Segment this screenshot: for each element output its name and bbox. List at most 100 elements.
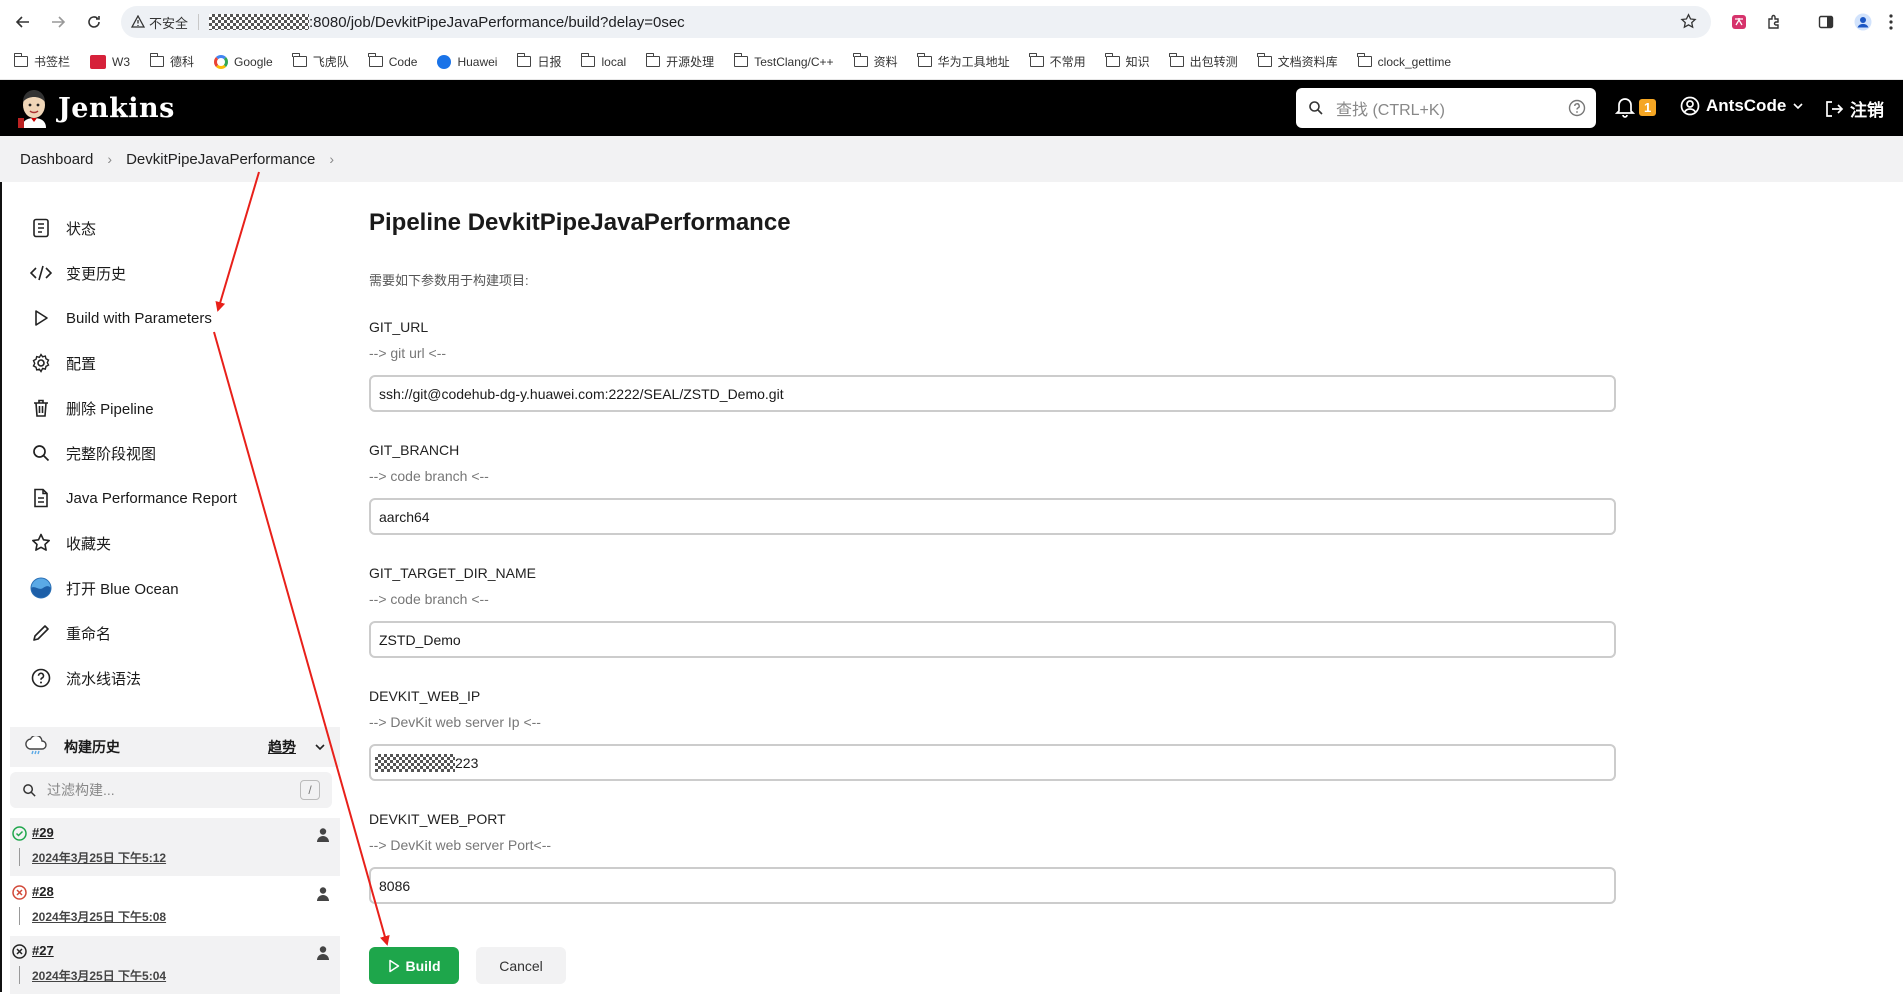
sidebar-item-java-performance-report[interactable]: Java Performance Report xyxy=(30,486,237,510)
search-placeholder: 查找 (CTRL+K) xyxy=(1336,102,1445,119)
bookmark-item[interactable]: Huawei xyxy=(437,54,497,69)
logout-button[interactable]: 注销 xyxy=(1824,96,1884,121)
browser-menu-icon[interactable] xyxy=(1880,11,1902,33)
bookmark-label: 华为工具地址 xyxy=(937,55,1010,69)
build-row[interactable]: #29 2024年3月25日 下午5:12 xyxy=(10,818,340,876)
notification-badge: 1 xyxy=(1639,98,1657,116)
forward-icon[interactable] xyxy=(47,11,69,33)
bookmark-item[interactable]: Google xyxy=(214,54,273,69)
bookmark-item[interactable]: 文档资料库 xyxy=(1257,53,1338,70)
build-date[interactable]: 2024年3月25日 下午5:04 xyxy=(32,967,166,984)
sidebar-item-open-blue-ocean[interactable]: 打开 Blue Ocean xyxy=(30,576,179,600)
translate-extension-icon[interactable] xyxy=(1728,11,1750,33)
folder-icon xyxy=(516,53,532,67)
bookmark-item[interactable]: W3 xyxy=(90,54,130,69)
reload-icon[interactable] xyxy=(83,11,105,33)
bookmark-star-icon[interactable] xyxy=(1680,13,1697,30)
bookmark-label: Google xyxy=(234,54,273,69)
folder-icon xyxy=(1105,53,1120,67)
build-number[interactable]: #27 xyxy=(32,943,54,958)
bookmark-item[interactable]: 书签栏 xyxy=(13,53,71,70)
bookmark-label: 文档资料库 xyxy=(1277,55,1338,69)
search-icon xyxy=(23,783,36,797)
sidebar-item-pipeline-syntax[interactable]: 流水线语法 xyxy=(30,666,141,690)
bookmark-label: clock_gettime xyxy=(1377,54,1452,69)
bookmark-item[interactable]: 知识 xyxy=(1105,53,1150,70)
folder-icon xyxy=(733,53,749,67)
param-name: DEVKIT_WEB_PORT xyxy=(369,811,506,827)
folder-icon xyxy=(1029,53,1044,67)
redacted-ip xyxy=(375,753,455,772)
build-date[interactable]: 2024年3月25日 下午5:08 xyxy=(32,908,166,925)
breadcrumb-chevron-icon[interactable]: › xyxy=(329,151,334,167)
git-target-dir-input[interactable]: ZSTD_Demo xyxy=(369,621,1616,658)
notifications-button[interactable]: 1 xyxy=(1615,96,1657,118)
address-bar[interactable]: 不安全 :8080/job/DevkitPipeJavaPerformance/… xyxy=(121,6,1711,38)
build-date[interactable]: 2024年3月25日 下午5:12 xyxy=(32,849,166,866)
param-value: aarch64 xyxy=(379,508,430,525)
bookmark-item[interactable]: clock_gettime xyxy=(1357,53,1452,69)
chevron-down-icon[interactable] xyxy=(314,741,326,753)
build-row[interactable]: #27 2024年3月25日 下午5:04 xyxy=(10,936,340,994)
sidebar-item-label: 流水线语法 xyxy=(66,670,142,688)
bookmark-label: 书签栏 xyxy=(34,55,71,69)
bookmark-item[interactable]: 开源处理 xyxy=(645,53,714,70)
build-number[interactable]: #28 xyxy=(32,884,54,899)
sidebar-item-label: 删除 Pipeline xyxy=(66,400,154,418)
bookmark-item[interactable]: 出包转测 xyxy=(1169,53,1238,70)
git-branch-input[interactable]: aarch64 xyxy=(369,498,1616,535)
build-filter-input[interactable]: 过滤构建... / xyxy=(10,772,332,808)
build-number[interactable]: #29 xyxy=(32,825,54,840)
security-label: 不安全 xyxy=(149,15,189,31)
sidebar-item-full-stage-view[interactable]: 完整阶段视图 xyxy=(30,441,156,465)
sidebar-item-label: 状态 xyxy=(66,220,97,238)
user-menu[interactable]: AntsCode xyxy=(1680,96,1804,116)
sidebar-item-delete-pipeline[interactable]: 删除 Pipeline xyxy=(30,396,154,420)
profile-avatar-icon[interactable] xyxy=(1852,11,1874,33)
sidebar-item-label: Java Performance Report xyxy=(66,489,237,507)
cancel-button[interactable]: Cancel xyxy=(476,947,566,984)
extensions-puzzle-icon[interactable] xyxy=(1763,11,1785,33)
sidebar-item-status[interactable]: 状态 xyxy=(30,216,96,240)
build-history-title: 构建历史 xyxy=(64,739,120,755)
bookmark-item[interactable]: 资料 xyxy=(853,53,898,70)
bookmark-item[interactable]: 不常用 xyxy=(1029,53,1086,70)
bookmark-item[interactable]: 华为工具地址 xyxy=(917,53,1010,70)
gear-icon xyxy=(30,352,52,374)
document-icon xyxy=(30,487,52,509)
build-row[interactable]: #28 2024年3月25日 下午5:08 xyxy=(10,877,340,935)
bookmark-item[interactable]: TestClang/C++ xyxy=(733,53,834,69)
sidebar-item-favorite[interactable]: 收藏夹 xyxy=(30,531,111,555)
trend-link[interactable]: 趋势 xyxy=(268,737,296,757)
bookmark-item[interactable]: Code xyxy=(368,53,417,69)
side-panel-icon[interactable] xyxy=(1815,11,1837,33)
devkit-web-port-input[interactable]: 8086 xyxy=(369,867,1616,904)
bookmark-label: local xyxy=(601,54,627,69)
bookmark-label: 知识 xyxy=(1125,55,1150,69)
bookmark-item[interactable]: 德科 xyxy=(149,53,194,70)
build-button[interactable]: Build xyxy=(369,947,459,984)
sidebar-item-rename[interactable]: 重命名 xyxy=(30,621,111,645)
sidebar-item-configure[interactable]: 配置 xyxy=(30,351,96,375)
user-name: AntsCode xyxy=(1706,96,1787,115)
bookmark-item[interactable]: 飞虎队 xyxy=(292,53,349,70)
param-description: --> DevKit web server Ip <-- xyxy=(369,714,541,730)
security-warning[interactable]: 不安全 xyxy=(131,13,188,32)
back-icon[interactable] xyxy=(12,11,34,33)
jenkins-logo[interactable]: Jenkins xyxy=(18,88,175,128)
play-icon xyxy=(388,959,399,972)
breadcrumb-dashboard[interactable]: Dashboard xyxy=(20,151,93,168)
bookmark-item[interactable]: local xyxy=(580,53,627,69)
search-box[interactable]: 查找 (CTRL+K) xyxy=(1296,88,1596,128)
sidebar-item-changes[interactable]: 变更历史 xyxy=(30,261,126,285)
redacted-host xyxy=(209,14,310,30)
sidebar-item-build-with-parameters[interactable]: Build with Parameters xyxy=(30,306,212,330)
search-help-icon[interactable] xyxy=(1568,99,1586,117)
breadcrumb-job[interactable]: DevkitPipeJavaPerformance xyxy=(126,151,315,168)
devkit-web-ip-input[interactable]: 223 xyxy=(369,744,1616,781)
folder-icon xyxy=(917,53,932,67)
user-icon xyxy=(1680,96,1700,116)
bookmark-item[interactable]: 日报 xyxy=(516,53,561,70)
folder-icon xyxy=(645,53,661,67)
git-url-input[interactable]: ssh://git@codehub-dg-y.huawei.com:2222/S… xyxy=(369,375,1616,412)
